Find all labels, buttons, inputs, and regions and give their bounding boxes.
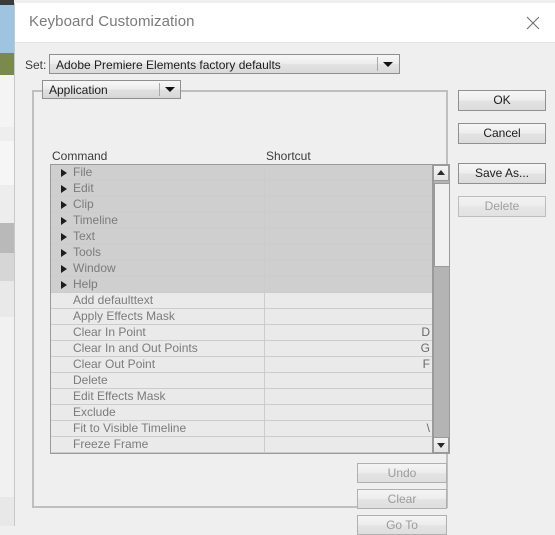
command-label: Clear Out Point [73,357,156,371]
expand-triangle-icon[interactable] [61,217,67,225]
scrollbar-down-button[interactable] [433,437,449,453]
command-label: Text [73,229,96,243]
set-dropdown-value: Adobe Premiere Elements factory defaults [56,58,281,72]
command-label: Help [73,277,98,291]
command-label: Clear In and Out Points [73,341,198,355]
column-divider [264,181,265,196]
clear-button[interactable]: Clear [357,489,447,509]
table-row[interactable]: Exclude [51,405,434,421]
keyboard-customization-dialog: Keyboard Customization Set: Adobe Premie… [14,3,555,535]
table-row[interactable]: Apply Effects Mask [51,309,434,325]
column-divider [264,357,265,372]
category-dropdown-separator [159,83,160,96]
chevron-down-icon [383,62,393,67]
command-list-rows: File Edit Clip Timeline Text Tools Window Help A… [51,165,434,453]
table-row[interactable]: Window [51,261,434,277]
table-row[interactable]: Clear In and Out Points G [51,341,434,357]
command-label: Timeline [73,213,118,227]
command-label: Delete [73,373,108,387]
column-divider [264,293,265,308]
column-divider [264,229,265,244]
shortcut-label: \ [426,421,430,435]
command-label: File [73,165,93,179]
scrollbar-track[interactable] [433,181,449,437]
table-row[interactable]: Edit Effects Mask [51,389,434,405]
column-divider [264,373,265,388]
table-row[interactable]: Help [51,277,434,293]
table-row[interactable]: File [51,165,434,181]
table-row[interactable]: Text [51,229,434,245]
command-label: Fit to Visible Timeline [73,421,187,435]
column-divider [264,261,265,276]
table-row[interactable]: Clip [51,197,434,213]
command-list[interactable]: File Edit Clip Timeline Text Tools Window Help A… [50,164,450,454]
column-divider [264,389,265,404]
go-to-button[interactable]: Go To [357,515,447,535]
command-label: Clear In Point [73,325,146,339]
expand-triangle-icon[interactable] [61,185,67,193]
table-row[interactable]: Freeze Frame [51,437,434,453]
table-row[interactable]: Clear Out Point F [51,357,434,373]
category-dropdown-value: Application [49,83,108,97]
table-row[interactable]: Edit [51,181,434,197]
delete-button[interactable]: Delete [458,196,546,217]
table-row[interactable]: Tools [51,245,434,261]
table-row[interactable]: Timeline [51,213,434,229]
expand-triangle-icon[interactable] [61,265,67,273]
column-divider [264,245,265,260]
command-label: Exclude [73,405,116,419]
table-row[interactable]: Fit to Visible Timeline \ [51,421,434,437]
column-divider [264,213,265,228]
scrollbar-up-button[interactable] [433,165,449,181]
desktop-background-strip [0,0,14,526]
command-label: Apply Effects Mask [73,309,175,323]
set-label: Set: [25,58,47,72]
column-divider [264,437,265,452]
column-divider [264,197,265,212]
undo-button[interactable]: Undo [357,463,447,483]
table-row[interactable]: Add defaulttext [51,293,434,309]
expand-triangle-icon[interactable] [61,281,67,289]
triangle-down-icon [437,443,445,448]
command-label: Clip [73,197,94,211]
column-divider [264,277,265,292]
cancel-button[interactable]: Cancel [458,123,546,144]
set-dropdown[interactable]: Adobe Premiere Elements factory defaults [49,54,400,74]
column-divider [264,421,265,436]
set-dropdown-separator [377,57,378,71]
expand-triangle-icon[interactable] [61,201,67,209]
column-divider [264,165,265,180]
column-divider [264,405,265,420]
expand-triangle-icon[interactable] [61,233,67,241]
dialog-body: Set: Adobe Premiere Elements factory def… [15,42,555,535]
dialog-titlebar: Keyboard Customization [15,3,555,42]
chevron-down-icon [165,87,175,92]
scrollbar-thumb[interactable] [434,183,449,267]
category-dropdown[interactable]: Application [42,80,181,99]
page-title: Keyboard Customization [29,13,195,30]
command-label: Window [73,261,116,275]
table-row[interactable]: Delete [51,373,434,389]
expand-triangle-icon[interactable] [61,169,67,177]
command-label: Tools [73,245,102,259]
column-divider [264,309,265,324]
column-header-command: Command [52,149,108,163]
command-list-scrollbar[interactable] [432,165,449,453]
column-divider [264,341,265,356]
shortcut-label: F [422,357,430,371]
expand-triangle-icon[interactable] [61,249,67,257]
command-label: Edit Effects Mask [73,389,166,403]
command-label: Edit [73,181,94,195]
table-row[interactable]: Clear In Point D [51,325,434,341]
ok-button[interactable]: OK [458,90,546,111]
command-label: Add defaulttext [73,293,154,307]
shortcut-label: G [420,341,430,355]
close-icon[interactable] [517,7,549,37]
save-as-button[interactable]: Save As... [458,163,546,184]
column-divider [264,325,265,340]
shortcut-label: D [421,325,430,339]
triangle-up-icon [437,170,445,175]
column-header-shortcut: Shortcut [266,149,311,163]
command-label: Freeze Frame [73,437,149,451]
